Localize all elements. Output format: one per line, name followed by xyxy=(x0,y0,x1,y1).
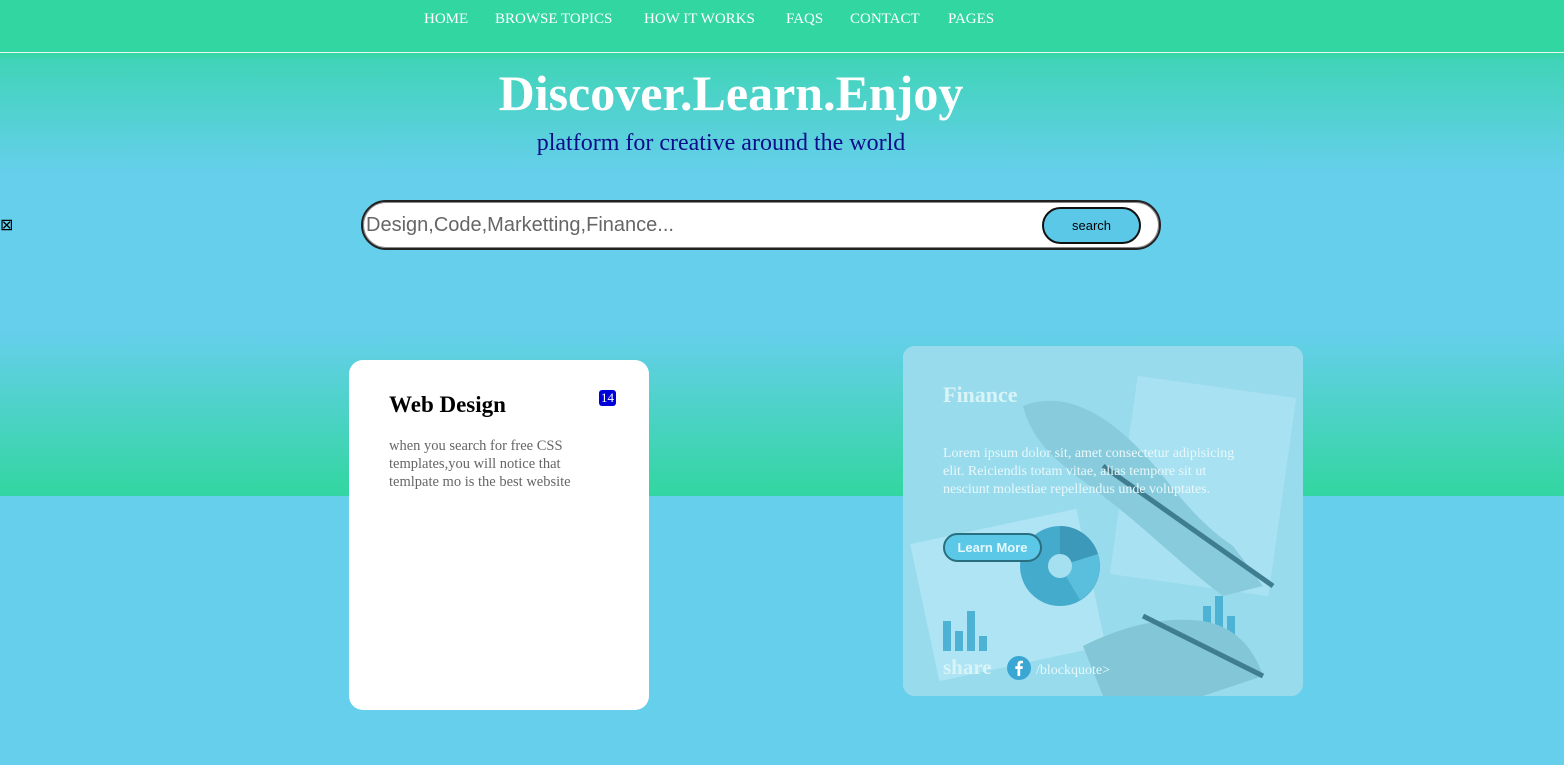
nav-item-faqs[interactable]: FAQS xyxy=(786,11,823,28)
card-title: Web Design xyxy=(389,392,506,417)
card-description: when you search for free CSS templates,y… xyxy=(389,438,571,490)
nav-item-browse-topics[interactable]: BROWSE TOPICS xyxy=(495,11,612,28)
share-label: share xyxy=(943,655,992,679)
missing-glyph-icon: ⊠ xyxy=(0,215,14,234)
hero-title: Discover.Learn.Enjoy xyxy=(498,65,964,121)
hero-subtitle: platform for creative around the world xyxy=(536,130,906,156)
top-nav: HOME BROWSE TOPICS HOW IT WORKS FAQS CON… xyxy=(0,0,1564,53)
card-description: Lorem ipsum dolor sit, amet consectetur … xyxy=(943,446,1235,497)
learn-more-button[interactable]: Learn More xyxy=(943,533,1042,562)
share-trailing-text: /blockquote> xyxy=(1036,663,1110,678)
nav-item-home[interactable]: HOME xyxy=(424,11,468,28)
search-button[interactable]: search xyxy=(1042,207,1141,244)
facebook-icon[interactable] xyxy=(1006,655,1032,681)
search-input[interactable] xyxy=(366,208,1026,242)
web-design-card[interactable]: Web Design 14 when you search for free C… xyxy=(349,360,649,710)
nav-item-contact[interactable]: CONTACT xyxy=(850,11,920,28)
finance-card[interactable]: Finance Lorem ipsum dolor sit, amet cons… xyxy=(903,346,1303,696)
nav-item-how-it-works[interactable]: HOW IT WORKS xyxy=(644,11,755,28)
search-bar: search xyxy=(361,200,1161,250)
count-badge: 14 xyxy=(599,390,616,406)
card-title: Finance xyxy=(943,382,1018,407)
nav-item-pages[interactable]: PAGES xyxy=(948,11,994,28)
